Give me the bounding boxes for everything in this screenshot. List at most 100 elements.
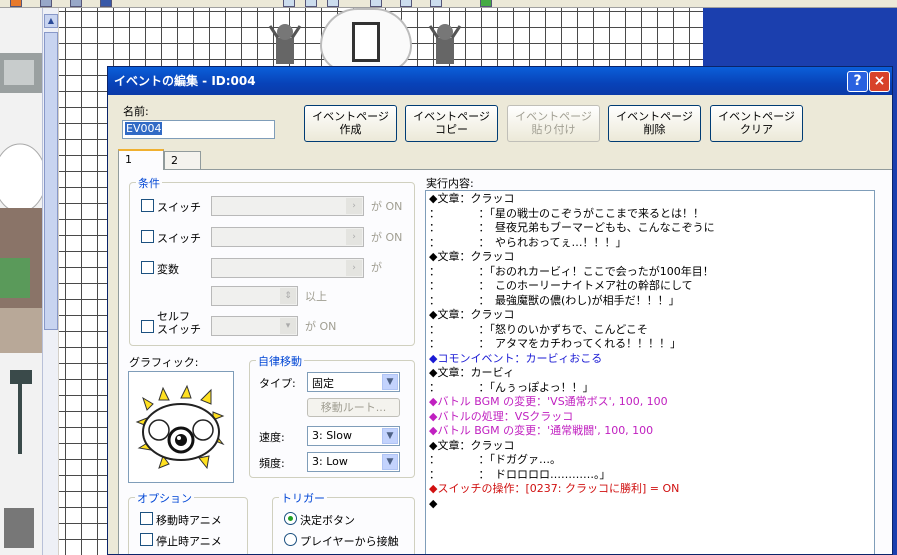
- toolbar-icon[interactable]: [100, 0, 112, 7]
- toolbar-icon[interactable]: [430, 0, 442, 7]
- command-line[interactable]: ◆スイッチの操作：[0237: クラッコに勝利] = ON: [429, 482, 871, 497]
- tab-page-2[interactable]: 2: [164, 151, 201, 170]
- self-switch-select[interactable]: ▾: [211, 316, 298, 336]
- command-line[interactable]: ◆文章：クラッコ: [429, 439, 871, 454]
- toolbar-icon[interactable]: [10, 0, 22, 7]
- speed-value: 3: Slow: [312, 429, 352, 442]
- command-line[interactable]: ： ：「んぅっぽよっ！！」: [429, 381, 871, 396]
- toolbar-icon[interactable]: [70, 0, 82, 7]
- statue-sprite: [428, 24, 462, 64]
- move-route-button[interactable]: 移動ルート...: [307, 398, 400, 417]
- delete-page-button[interactable]: イベントページ 削除: [608, 105, 701, 142]
- toolbar-icon[interactable]: [370, 0, 382, 7]
- trigger-group: トリガー 決定ボタン プレイヤーから接触: [272, 490, 415, 554]
- tileset-graphics: [0, 53, 42, 548]
- options-title: オプション: [135, 490, 194, 506]
- command-line[interactable]: ： ：「ドガグァ…。: [429, 453, 871, 468]
- command-line[interactable]: ： ： やられおってぇ…！！！」: [429, 236, 871, 251]
- switch1-label: スイッチ: [157, 201, 201, 214]
- tab-page-1[interactable]: 1: [118, 149, 164, 170]
- play-icon[interactable]: [480, 0, 492, 7]
- spinner-icon: ⇕: [280, 288, 296, 304]
- command-line[interactable]: ◆: [429, 497, 871, 512]
- event-edit-dialog: イベントの編集 - ID:004 ? × 名前: EV004 イベントページ 作…: [107, 66, 893, 555]
- walking-anim-checkbox[interactable]: [140, 512, 153, 525]
- paste-page-button[interactable]: イベントページ 貼り付け: [507, 105, 600, 142]
- toolbar-icon[interactable]: [283, 0, 295, 7]
- self-switch-checkbox[interactable]: [141, 320, 154, 333]
- kracko-sprite-icon: [135, 384, 225, 470]
- command-line[interactable]: ： ：「星の戦士のこぞうがここまで来るとは！！: [429, 207, 871, 222]
- chevron-right-icon: ›: [346, 198, 362, 214]
- name-input[interactable]: EV004: [122, 120, 275, 139]
- toolbar-icon[interactable]: [40, 0, 52, 7]
- autonomous-movement-group: 自律移動 タイプ: 固定 ▼ 移動ルート... 速度: 3: Slow ▼ 頻度: …: [249, 353, 415, 478]
- command-line[interactable]: ： ： このホーリーナイトメア社の幹部にして: [429, 279, 871, 294]
- help-button[interactable]: ?: [847, 71, 868, 92]
- variable-checkbox[interactable]: [141, 261, 154, 274]
- command-line[interactable]: ： ：「おのれカービィ！ここで会ったが100年目！: [429, 265, 871, 280]
- conditions-title: 条件: [136, 175, 162, 191]
- map-cloud-sprite: [322, 10, 410, 70]
- variable-select[interactable]: ›: [211, 258, 364, 278]
- command-line[interactable]: ◆文章：クラッコ: [429, 250, 871, 265]
- dialog-title-bar[interactable]: イベントの編集 - ID:004 ? ×: [108, 67, 892, 95]
- trigger-player-touch-radio[interactable]: [284, 533, 297, 546]
- close-button[interactable]: ×: [869, 71, 890, 92]
- type-select[interactable]: 固定 ▼: [307, 372, 400, 392]
- toolbar-icon[interactable]: [327, 0, 339, 7]
- trigger-action-label: 決定ボタン: [300, 514, 355, 527]
- trigger-action-radio[interactable]: [284, 512, 297, 525]
- switch2-select[interactable]: ›: [211, 227, 364, 247]
- frequency-select[interactable]: 3: Low ▼: [307, 452, 400, 472]
- command-line[interactable]: ： ： ドロロロロ…………。」: [429, 468, 871, 483]
- speed-label: 速度:: [259, 431, 285, 444]
- command-line[interactable]: ： ： 昼夜兄弟もブーマーどもも、こんなこぞうに: [429, 221, 871, 236]
- variable-value-spinner[interactable]: ⇕: [211, 286, 298, 306]
- variable-suffix: が: [371, 261, 382, 274]
- frequency-label: 頻度:: [259, 457, 285, 470]
- stepping-anim-checkbox[interactable]: [140, 533, 153, 546]
- autonomous-title: 自律移動: [256, 353, 304, 369]
- scroll-thumb[interactable]: [44, 32, 58, 330]
- type-value: 固定: [312, 377, 334, 390]
- chevron-down-icon: ▼: [382, 454, 398, 470]
- options-group: オプション 移動時アニメ 停止時アニメ: [128, 490, 248, 554]
- event-command-list[interactable]: ◆文章：クラッコ： ：「星の戦士のこぞうがここまで来るとは！！： ： 昼夜兄弟も…: [425, 190, 875, 554]
- command-line[interactable]: ◆バトルの処理：VSクラッコ: [429, 410, 871, 425]
- graphic-preview[interactable]: [128, 371, 234, 483]
- toolbar-icon[interactable]: [305, 0, 317, 7]
- speed-select[interactable]: 3: Slow ▼: [307, 426, 400, 446]
- clear-page-button[interactable]: イベントページ クリア: [710, 105, 803, 142]
- tileset-scrollbar[interactable]: ▲: [42, 8, 58, 555]
- command-line[interactable]: ◆バトル BGM の変更：'VS通常ボス', 100, 100: [429, 395, 871, 410]
- create-page-button[interactable]: イベントページ 作成: [304, 105, 397, 142]
- statue-sprite: [268, 24, 302, 64]
- command-line[interactable]: ： ： 最強魔獣の儂(わし)が相手だ！！！」: [429, 294, 871, 309]
- command-line[interactable]: ： ：「怒りのいかずちで、こんどこそ: [429, 323, 871, 338]
- name-value: EV004: [125, 122, 163, 135]
- switch1-select[interactable]: ›: [211, 196, 364, 216]
- switch1-suffix: が ON: [371, 200, 403, 213]
- chevron-down-icon: ▾: [280, 318, 296, 334]
- copy-page-button[interactable]: イベントページ コピー: [405, 105, 498, 142]
- self-switch-label: セルフ スイッチ: [157, 310, 201, 336]
- exec-content-label: 実行内容:: [426, 177, 474, 190]
- command-line[interactable]: ◆文章：クラッコ: [429, 308, 871, 323]
- command-line[interactable]: ◆文章：クラッコ: [429, 192, 871, 207]
- switch1-checkbox[interactable]: [141, 199, 154, 212]
- chevron-right-icon: ›: [346, 229, 362, 245]
- switch2-checkbox[interactable]: [141, 230, 154, 243]
- chevron-down-icon: ▼: [382, 428, 398, 444]
- command-line[interactable]: ◆コモンイベント：カービィおこる: [429, 352, 871, 367]
- command-line[interactable]: ◆バトル BGM の変更：'通常戦闘', 100, 100: [429, 424, 871, 439]
- scroll-up-icon[interactable]: ▲: [44, 14, 58, 28]
- command-line[interactable]: ： ： アタマをカチわってくれる！！！！」: [429, 337, 871, 352]
- command-line[interactable]: ◆文章：カービィ: [429, 366, 871, 381]
- graphic-label: グラフィック:: [129, 356, 199, 369]
- tileset-panel[interactable]: [0, 8, 42, 555]
- toolbar-icon[interactable]: [400, 0, 412, 7]
- chevron-down-icon: ▼: [382, 374, 398, 390]
- switch2-label: スイッチ: [157, 232, 201, 245]
- stepping-anim-label: 停止時アニメ: [156, 535, 222, 548]
